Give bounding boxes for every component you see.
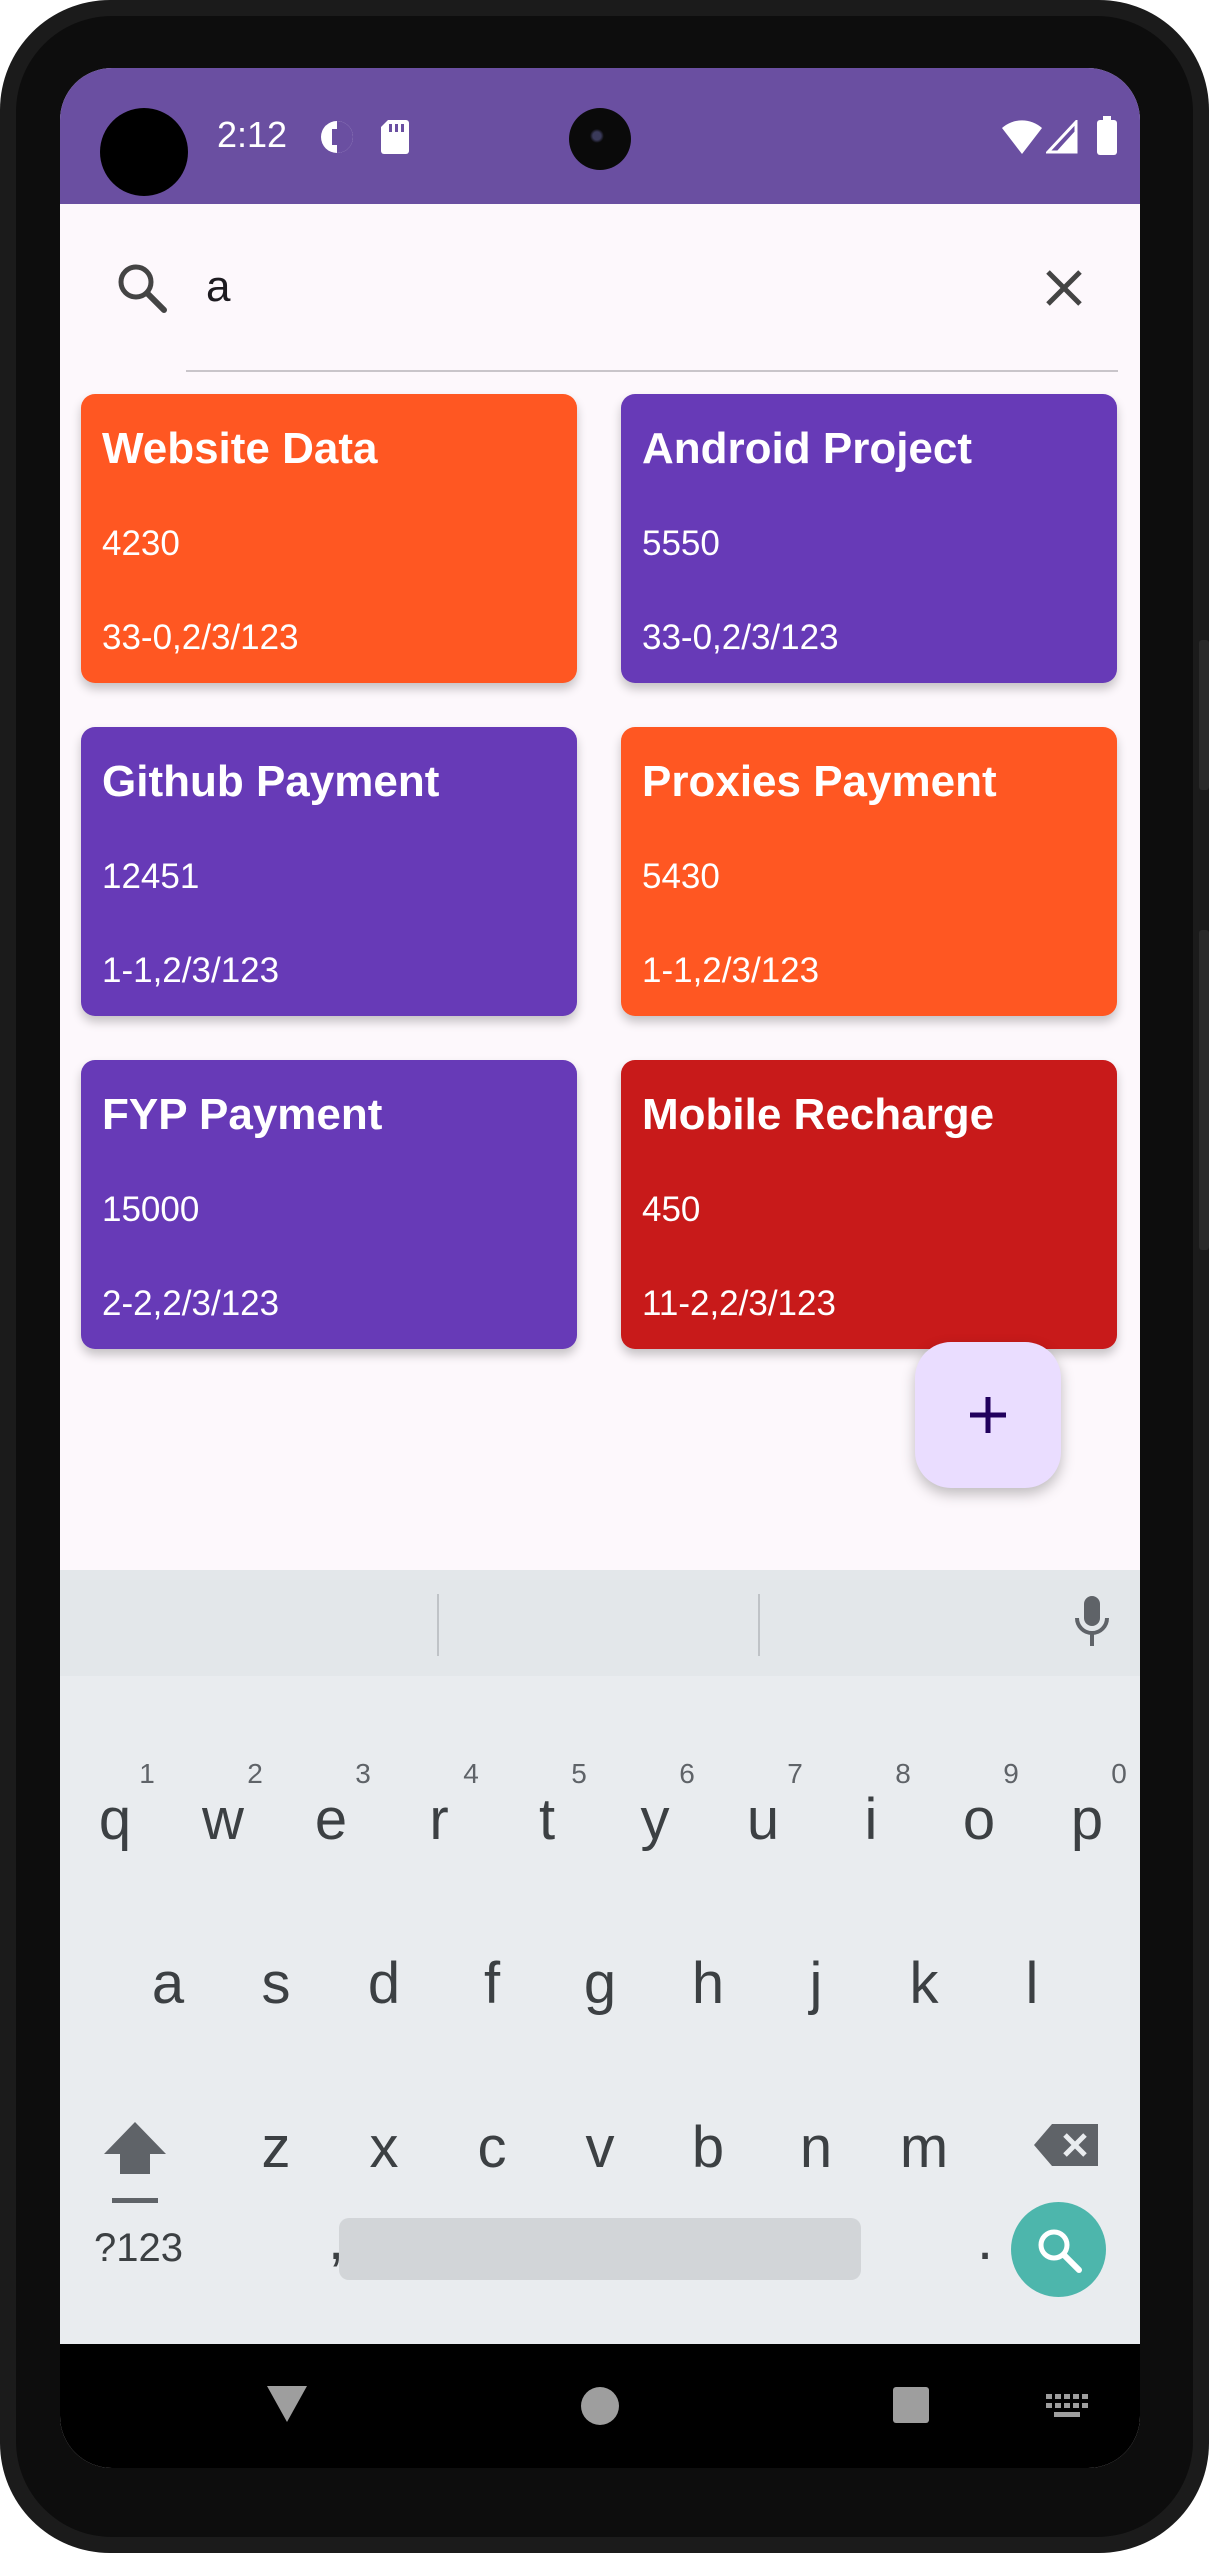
microphone-icon[interactable]: [1072, 1592, 1112, 1657]
wifi-icon: [1002, 120, 1042, 159]
card-amount: 5550: [642, 524, 720, 563]
search-input[interactable]: a: [206, 262, 230, 312]
cellular-signal-icon: [1044, 118, 1078, 159]
card-amount: 5430: [642, 857, 720, 896]
card-date: 1-1,2/3/123: [642, 951, 820, 990]
search-icon: [1038, 2229, 1082, 2273]
space-bar[interactable]: [339, 2218, 861, 2280]
key-t[interactable]: t: [507, 1786, 587, 1853]
key-x[interactable]: x: [344, 2114, 424, 2181]
backspace-icon: [1034, 2124, 1098, 2166]
card-date: 33-0,2/3/123: [102, 618, 299, 657]
key-q[interactable]: q: [75, 1786, 155, 1853]
overlay-dot: [100, 108, 188, 196]
key-y[interactable]: y: [615, 1786, 695, 1853]
card-amount: 12451: [102, 857, 200, 896]
key-m[interactable]: m: [884, 2114, 964, 2181]
card-date: 33-0,2/3/123: [642, 618, 839, 657]
recents-icon[interactable]: [892, 2386, 930, 2429]
key-i[interactable]: i: [831, 1786, 911, 1853]
key-l[interactable]: l: [992, 1950, 1072, 2017]
suggestion-divider: [758, 1594, 760, 1656]
suggestion-strip: [60, 1570, 1140, 1676]
add-button[interactable]: [915, 1342, 1061, 1488]
card-amount: 4230: [102, 524, 180, 563]
card-date: 11-2,2/3/123: [642, 1284, 836, 1323]
expense-card[interactable]: FYP Payment 15000 2-2,2/3/123: [81, 1060, 577, 1349]
volume-button: [1199, 930, 1209, 1250]
keyboard: 1 2 3 4 5 6 7 8 9 0 q w e r t y u i o p …: [60, 1570, 1140, 2344]
key-d[interactable]: d: [344, 1950, 424, 2017]
power-button: [1199, 640, 1209, 790]
card-title: Website Data: [102, 424, 378, 473]
key-r[interactable]: r: [399, 1786, 479, 1853]
shift-key[interactable]: [100, 2118, 170, 2213]
navigation-bar: [60, 2344, 1140, 2468]
phone-frame: 2:12 a Website Data 4230 33-0,2/3/123 An…: [0, 0, 1209, 2553]
sd-card-icon: [380, 118, 410, 161]
shift-icon: [104, 2122, 166, 2203]
card-date: 2-2,2/3/123: [102, 1284, 280, 1323]
card-date: 1-1,2/3/123: [102, 951, 280, 990]
suggestion-divider: [437, 1594, 439, 1656]
card-amount: 15000: [102, 1190, 200, 1229]
close-icon[interactable]: [1040, 264, 1088, 312]
plus-icon: [970, 1397, 1006, 1433]
key-s[interactable]: s: [236, 1950, 316, 2017]
home-icon[interactable]: [580, 2386, 620, 2431]
status-time: 2:12: [217, 114, 288, 155]
key-v[interactable]: v: [560, 2114, 640, 2181]
card-amount: 450: [642, 1190, 701, 1229]
expense-card[interactable]: Proxies Payment 5430 1-1,2/3/123: [621, 727, 1117, 1016]
key-h[interactable]: h: [668, 1950, 748, 2017]
key-g[interactable]: g: [560, 1950, 640, 2017]
key-u[interactable]: u: [723, 1786, 803, 1853]
keyboard-switch-icon[interactable]: [1046, 2394, 1090, 2425]
symbols-key[interactable]: ?123: [94, 2226, 183, 2271]
search-underline: [186, 370, 1118, 372]
back-icon[interactable]: [265, 2384, 309, 2429]
key-c[interactable]: c: [452, 2114, 532, 2181]
key-f[interactable]: f: [452, 1950, 532, 2017]
expense-card[interactable]: Github Payment 12451 1-1,2/3/123: [81, 727, 577, 1016]
card-title: Proxies Payment: [642, 757, 997, 806]
data-saver-icon: [318, 118, 356, 161]
search-icon: [114, 260, 170, 316]
card-title: Github Payment: [102, 757, 440, 806]
battery-icon: [1096, 116, 1118, 161]
card-title: Mobile Recharge: [642, 1090, 995, 1139]
key-k[interactable]: k: [884, 1950, 964, 2017]
card-title: Android Project: [642, 424, 973, 473]
search-action-key[interactable]: [1011, 2202, 1106, 2297]
key-e[interactable]: e: [291, 1786, 371, 1853]
backspace-key[interactable]: [1032, 2122, 1102, 2173]
key-p[interactable]: p: [1047, 1786, 1127, 1853]
expense-card[interactable]: Mobile Recharge 450 11-2,2/3/123: [621, 1060, 1117, 1349]
expense-card[interactable]: Android Project 5550 33-0,2/3/123: [621, 394, 1117, 683]
key-n[interactable]: n: [776, 2114, 856, 2181]
key-w[interactable]: w: [183, 1786, 263, 1853]
key-z[interactable]: z: [236, 2114, 316, 2181]
card-title: FYP Payment: [102, 1090, 383, 1139]
key-a[interactable]: a: [128, 1950, 208, 2017]
key-j[interactable]: j: [776, 1950, 856, 2017]
key-o[interactable]: o: [939, 1786, 1019, 1853]
screen: 2:12 a Website Data 4230 33-0,2/3/123 An…: [60, 68, 1140, 2468]
status-bar: 2:12: [60, 68, 1140, 204]
front-camera: [569, 108, 631, 170]
search-bar: a: [60, 204, 1140, 384]
key-b[interactable]: b: [668, 2114, 748, 2181]
expense-card[interactable]: Website Data 4230 33-0,2/3/123: [81, 394, 577, 683]
